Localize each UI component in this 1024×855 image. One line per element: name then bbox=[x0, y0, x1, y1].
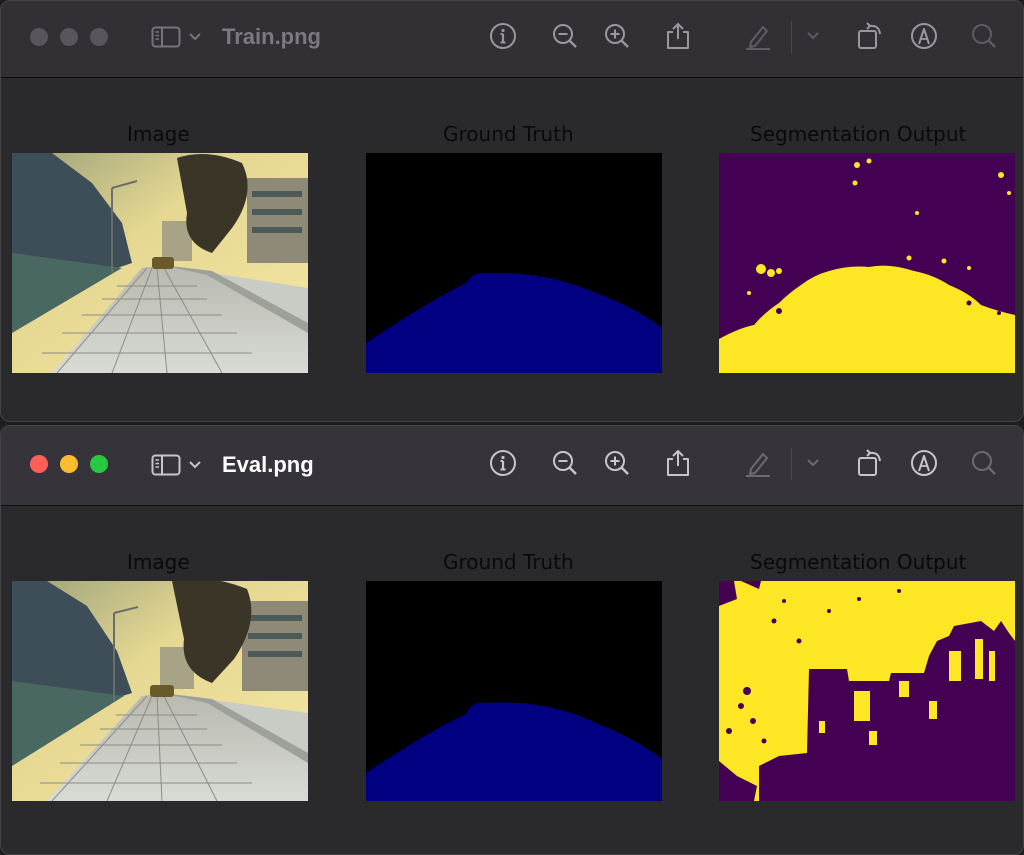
chevron-down-icon bbox=[807, 32, 819, 40]
street-photo bbox=[12, 153, 308, 373]
chevron-down-icon bbox=[189, 33, 201, 41]
search-button[interactable] bbox=[969, 448, 999, 478]
zoom-out-icon bbox=[553, 451, 577, 475]
chevron-down-icon bbox=[189, 461, 201, 469]
panel-title-segmentation-output: Segmentation Output bbox=[750, 550, 967, 574]
window-title: Eval.png bbox=[222, 452, 314, 477]
title-bar: Train.png bbox=[1, 1, 1023, 78]
info-icon bbox=[490, 23, 516, 49]
zoom-button[interactable] bbox=[90, 455, 108, 473]
zoom-in-button[interactable] bbox=[602, 21, 632, 51]
street-photo bbox=[12, 581, 308, 801]
zoom-button[interactable] bbox=[90, 28, 108, 46]
markup-dropdown-button[interactable] bbox=[798, 448, 828, 478]
sidebar-toggle-button[interactable] bbox=[151, 451, 201, 479]
close-button[interactable] bbox=[30, 28, 48, 46]
share-icon bbox=[667, 22, 689, 49]
markup-dropdown-button[interactable] bbox=[798, 21, 828, 51]
share-button[interactable] bbox=[663, 21, 693, 51]
search-icon bbox=[972, 451, 996, 475]
search-icon bbox=[972, 24, 996, 48]
zoom-out-button[interactable] bbox=[550, 448, 580, 478]
ground-truth-mask bbox=[366, 153, 662, 373]
sidebar-toggle-button[interactable] bbox=[151, 23, 201, 51]
minimize-button[interactable] bbox=[60, 455, 78, 473]
ground-truth-mask bbox=[366, 581, 662, 801]
window-controls bbox=[30, 455, 108, 473]
zoom-in-button[interactable] bbox=[602, 448, 632, 478]
share-button[interactable] bbox=[663, 448, 693, 478]
markup-button[interactable] bbox=[743, 21, 773, 51]
minimize-button[interactable] bbox=[60, 28, 78, 46]
title-bar: Eval.png bbox=[1, 426, 1023, 506]
annotate-button[interactable] bbox=[909, 21, 939, 51]
close-button[interactable] bbox=[30, 455, 48, 473]
segmentation-output-mask bbox=[719, 581, 1015, 801]
zoom-in-icon bbox=[605, 24, 629, 48]
zoom-in-icon bbox=[605, 451, 629, 475]
info-button[interactable] bbox=[488, 21, 518, 51]
share-icon bbox=[667, 449, 689, 476]
sidebar-icon bbox=[151, 26, 181, 48]
info-icon bbox=[490, 450, 516, 476]
panel-title-segmentation-output: Segmentation Output bbox=[750, 122, 967, 146]
window-controls bbox=[30, 28, 108, 46]
toolbar-separator bbox=[791, 21, 792, 53]
markup-pen-icon bbox=[746, 453, 770, 477]
annotate-button[interactable] bbox=[909, 448, 939, 478]
info-button[interactable] bbox=[488, 448, 518, 478]
zoom-out-button[interactable] bbox=[550, 21, 580, 51]
preview-window-train: Train.png Image Ground Truth Segmentatio… bbox=[0, 0, 1024, 422]
preview-window-eval: Eval.png Image Ground Truth Segmentation… bbox=[0, 425, 1024, 855]
zoom-out-icon bbox=[553, 24, 577, 48]
document-canvas: Image Ground Truth Segmentation Output bbox=[1, 506, 1023, 854]
markup-pen-icon bbox=[746, 26, 770, 50]
annotate-icon bbox=[911, 450, 937, 476]
rotate-icon bbox=[858, 449, 881, 476]
document-canvas: Image Ground Truth Segmentation Output bbox=[1, 78, 1023, 421]
panel-title-ground-truth: Ground Truth bbox=[443, 122, 574, 146]
sidebar-icon bbox=[151, 454, 181, 476]
search-button[interactable] bbox=[969, 21, 999, 51]
panel-title-image: Image bbox=[127, 122, 190, 146]
panel-title-image: Image bbox=[127, 550, 190, 574]
chevron-down-icon bbox=[807, 459, 819, 467]
annotate-icon bbox=[911, 23, 937, 49]
rotate-icon bbox=[858, 22, 881, 49]
panel-title-ground-truth: Ground Truth bbox=[443, 550, 574, 574]
markup-button[interactable] bbox=[743, 448, 773, 478]
window-title: Train.png bbox=[222, 24, 321, 49]
segmentation-output-mask bbox=[719, 153, 1015, 373]
rotate-button[interactable] bbox=[855, 448, 885, 478]
rotate-button[interactable] bbox=[855, 21, 885, 51]
toolbar-separator bbox=[791, 448, 792, 480]
